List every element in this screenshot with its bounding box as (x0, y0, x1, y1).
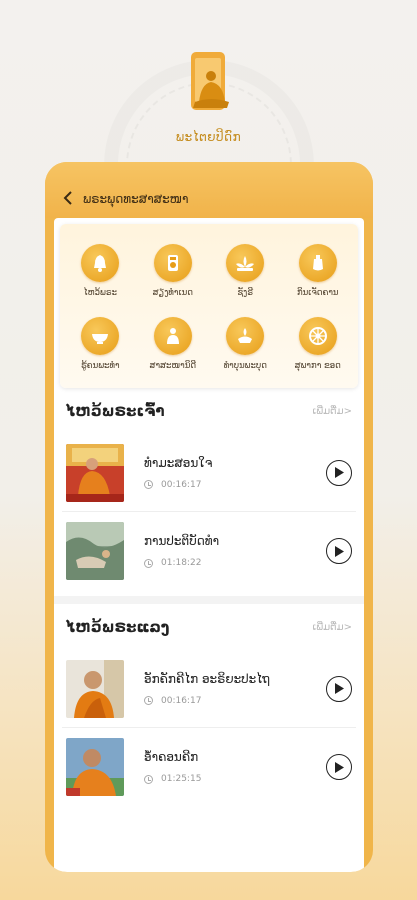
clock-icon (144, 774, 153, 784)
duration: 01:18:22 (144, 558, 326, 568)
menu-label: ໄຫວ້ພຣະ (83, 287, 118, 298)
monk-icon (153, 316, 192, 355)
radio-icon (153, 243, 192, 282)
audio-title: ອ້ຳຄອນຄີກ (144, 750, 199, 764)
section-title: ໄຫວ້ພຣະແລງ (66, 618, 170, 636)
more-link[interactable]: ເພີ່ມຕື່ມ> (313, 406, 352, 417)
menu-label: ສຸພາກາ ຂອດ (294, 360, 341, 371)
clock-icon (144, 480, 153, 489)
morning-prayers-section: ໄຫວ້ພຣະເຈົ້າ ເພີ່ມຕື່ມ> ທຳມະສອນໃຈ 00:16:… (54, 388, 364, 590)
list-item-text: ອ້ຳຄອນຄີກ 01:25:15 (144, 750, 326, 784)
play-icon (335, 761, 344, 773)
menu-label: ສາສະໜານິດີ (149, 360, 197, 371)
offering-icon (226, 316, 265, 355)
list-item-text: ການປະຕິບັດທຳ 01:18:22 (144, 534, 326, 568)
menu-label: ທຳບຸນພະບຸດ (223, 360, 267, 371)
top-bar: ພຣະພຸດທະສາສະໜາ (45, 162, 373, 218)
section-header: ໄຫວ້ພຣະເຈົ້າ ເພີ່ມຕື່ມ> (62, 388, 356, 434)
list-item-text: ອັກຄັກຄີໄກ ອະຣິຍະປະໄຖ 00:16:17 (144, 672, 326, 706)
menu-item-dharma-wheel[interactable]: ສຸພາກາ ຂອດ (282, 307, 355, 380)
vase-icon (298, 243, 337, 282)
lotus-icon (226, 243, 265, 282)
clock-icon (144, 696, 153, 705)
duration-text: 00:16:17 (161, 695, 202, 706)
section-header: ໄຫວ້ພຣະແລງ ເພີ່ມຕື່ມ> (62, 604, 356, 650)
duration: 00:16:17 (144, 696, 326, 706)
menu-label: ສຽງທຳເນດ (152, 287, 193, 298)
play-button[interactable] (326, 459, 352, 486)
play-icon (335, 467, 344, 478)
clock-icon (144, 558, 153, 568)
menu-label: ຮູ້ຄນພະທຳ (80, 360, 120, 371)
duration: 00:16:17 (144, 480, 326, 490)
section-divider (54, 596, 364, 604)
app-brand: ພະໄຕຍປິດົກ (0, 50, 417, 144)
audio-title: ອັກຄັກຄີໄກ ອະຣິຍະປະໄຖ (144, 671, 270, 686)
menu-item-vase[interactable]: ກິນເຈັດຄານ (282, 234, 355, 307)
list-item[interactable]: ທຳມະສອນໃຈ 00:16:17 (62, 434, 356, 512)
play-button[interactable] (326, 754, 352, 780)
page-title: ພຣະພຸດທະສາສະໜາ (83, 192, 189, 206)
duration: 01:25:15 (144, 774, 326, 784)
menu-label: ຊັງຣີ (237, 287, 254, 298)
menu-item-radio[interactable]: ສຽງທຳເນດ (137, 234, 210, 307)
menu-item-bell[interactable]: ໄຫວ້ພຣະ (64, 234, 137, 307)
list-item[interactable]: ການປະຕິບັດທຳ 01:18:22 (62, 512, 356, 590)
thumbnail-image (66, 443, 124, 502)
menu-label: ກິນເຈັດຄານ (296, 287, 339, 298)
list-item-text: ທຳມະສອນໃຈ 00:16:17 (144, 456, 326, 490)
play-icon (335, 545, 344, 557)
thumbnail-image (66, 522, 124, 580)
duration-text: 01:18:22 (161, 558, 202, 568)
list-item[interactable]: ອ້ຳຄອນຄີກ 01:25:15 (62, 728, 356, 806)
thumbnail-image (66, 659, 124, 718)
thumbnail-image (66, 738, 124, 796)
list-item[interactable]: ອັກຄັກຄີໄກ ອະຣິຍະປະໄຖ 00:16:17 (62, 650, 356, 728)
app-name: ພະໄຕຍປິດົກ (175, 130, 242, 144)
play-button[interactable] (326, 675, 352, 702)
monk-phone-icon (181, 50, 237, 120)
content-screen: ໄຫວ້ພຣະ ສຽງທຳເນດ ຊັງຣີ ກິນເຈັດຄານ ຮູ້ຄນພ… (54, 218, 364, 872)
duration-text: 01:25:15 (161, 774, 202, 784)
chevron-left-icon[interactable] (63, 190, 73, 209)
more-link[interactable]: ເພີ່ມຕື່ມ> (313, 622, 352, 633)
menu-item-monk[interactable]: ສາສະໜານິດີ (137, 307, 210, 380)
audio-title: ການປະຕິບັດທຳ (144, 534, 220, 548)
play-icon (335, 683, 344, 694)
section-title: ໄຫວ້ພຣະເຈົ້າ (66, 402, 165, 420)
category-grid: ໄຫວ້ພຣະ ສຽງທຳເນດ ຊັງຣີ ກິນເຈັດຄານ ຮູ້ຄນພ… (60, 224, 358, 388)
menu-item-alms-bowl[interactable]: ຮູ້ຄນພະທຳ (64, 307, 137, 380)
evening-prayers-section: ໄຫວ້ພຣະແລງ ເພີ່ມຕື່ມ> ອັກຄັກຄີໄກ ອະຣິຍະປ… (54, 604, 364, 806)
duration-text: 00:16:17 (161, 479, 202, 490)
menu-item-offering[interactable]: ທຳບຸນພະບຸດ (209, 307, 282, 380)
play-button[interactable] (326, 538, 352, 564)
alms-bowl-icon (81, 316, 120, 355)
menu-item-lotus[interactable]: ຊັງຣີ (209, 234, 282, 307)
bell-icon (81, 243, 120, 282)
dharma-wheel-icon (298, 316, 337, 355)
audio-title: ທຳມະສອນໃຈ (144, 455, 213, 470)
phone-frame: ພຣະພຸດທະສາສະໜາ ໄຫວ້ພຣະ ສຽງທຳເນດ ຊັງຣີ ກິ… (45, 162, 373, 872)
